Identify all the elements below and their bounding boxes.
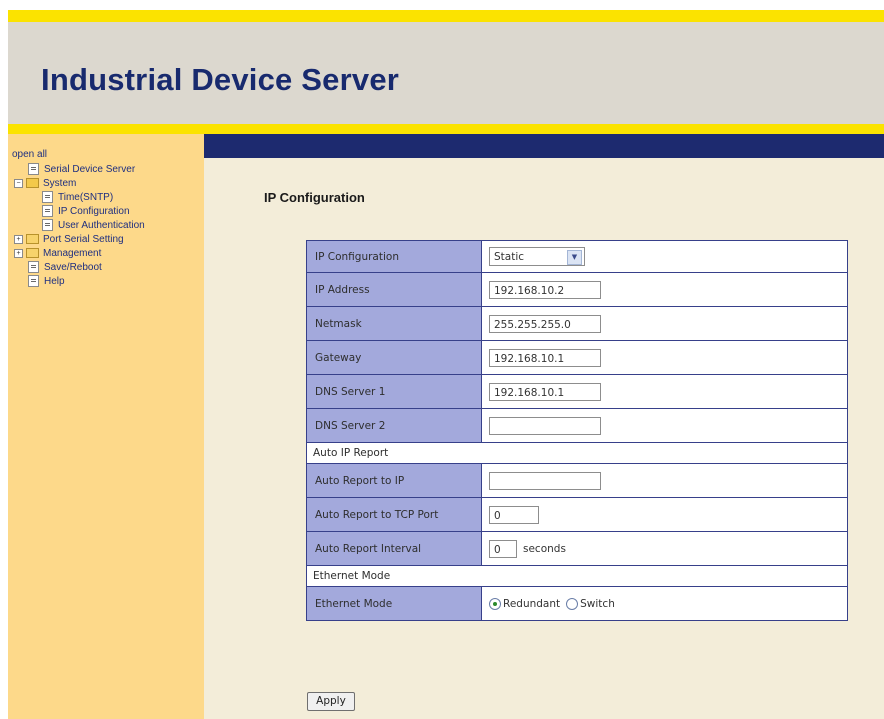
field-label: Auto Report Interval: [306, 531, 482, 566]
expand-icon[interactable]: +: [14, 248, 23, 258]
table-row: DNS Server 2: [306, 408, 848, 443]
table-row: DNS Server 1 192.168.10.1: [306, 374, 848, 409]
header-accent-bar: [8, 124, 884, 134]
redundant-radio-label[interactable]: Redundant: [503, 598, 560, 610]
nav-tree: open all Serial Device Server − System Ti…: [12, 148, 145, 289]
app-title: Industrial Device Server: [41, 62, 400, 97]
section-row: Auto IP Report: [306, 442, 848, 464]
dns-server-1-input[interactable]: 192.168.10.1: [489, 382, 601, 401]
ip-config-table: IP Configuration Static ▼ IP Address 192.…: [306, 240, 848, 621]
sidebar-item-label: Time(SNTP): [58, 192, 114, 203]
expand-icon[interactable]: +: [14, 234, 23, 244]
open-all-link[interactable]: open all: [12, 149, 47, 160]
gateway-input[interactable]: 192.168.10.1: [489, 348, 601, 367]
switch-radio-label[interactable]: Switch: [580, 598, 615, 610]
field-label: Netmask: [306, 306, 482, 341]
field-label: Auto Report to TCP Port: [306, 497, 482, 532]
switch-radio[interactable]: [566, 597, 579, 610]
table-row: Netmask 255.255.255.0: [306, 306, 848, 341]
select-value: Static: [494, 251, 525, 263]
field-label: DNS Server 1: [306, 374, 482, 409]
page-header: Industrial Device Server: [8, 22, 884, 124]
sidebar-item-help[interactable]: Help: [12, 275, 145, 289]
field-label: DNS Server 2: [306, 408, 482, 443]
sidebar: open all Serial Device Server − System Ti…: [8, 134, 204, 719]
sidebar-item-system[interactable]: − System: [12, 177, 145, 191]
table-row: Auto Report to IP: [306, 463, 848, 498]
table-row: Ethernet Mode Redundant Switch: [306, 586, 848, 621]
main-content: IP Configuration IP Configuration Static…: [204, 158, 884, 719]
doc-icon: [28, 275, 39, 288]
sidebar-item-label: Serial Device Server: [44, 164, 136, 175]
ip-config-select[interactable]: Static ▼: [489, 247, 585, 266]
sidebar-item-management[interactable]: + Management: [12, 247, 145, 261]
auto-report-interval-input[interactable]: 0: [489, 539, 517, 558]
netmask-input[interactable]: 255.255.255.0: [489, 314, 601, 333]
sidebar-item-label: Help: [44, 276, 65, 287]
sidebar-item-port-serial-setting[interactable]: + Port Serial Setting: [12, 233, 145, 247]
field-label: IP Configuration: [306, 240, 482, 273]
nav-strip: [204, 134, 884, 158]
redundant-radio[interactable]: [489, 597, 501, 610]
table-row: IP Address 192.168.10.2: [306, 272, 848, 307]
folder-icon: [26, 234, 39, 245]
sidebar-item-label: Save/Reboot: [44, 262, 102, 273]
sidebar-item-save-reboot[interactable]: Save/Reboot: [12, 261, 145, 275]
dns-server-2-input[interactable]: [489, 416, 601, 435]
chevron-down-icon[interactable]: ▼: [567, 250, 582, 265]
sidebar-item-serial-device-server[interactable]: Serial Device Server: [12, 163, 145, 177]
page-title: IP Configuration: [264, 190, 365, 205]
doc-icon: [28, 163, 39, 176]
folder-icon: [26, 248, 39, 259]
field-label: Gateway: [306, 340, 482, 375]
section-heading-ethernet: Ethernet Mode: [306, 565, 848, 587]
sidebar-item-label: Management: [43, 248, 102, 259]
collapse-icon[interactable]: −: [14, 178, 23, 188]
apply-button[interactable]: Apply: [307, 692, 355, 711]
field-label: Auto Report to IP: [306, 463, 482, 498]
auto-report-port-input[interactable]: 0: [489, 505, 539, 524]
table-row: Gateway 192.168.10.1: [306, 340, 848, 375]
folder-open-icon: [26, 178, 39, 189]
interval-unit: seconds: [523, 542, 566, 555]
doc-icon: [42, 191, 53, 204]
table-row: IP Configuration Static ▼: [306, 240, 848, 273]
top-accent-bar: [8, 10, 884, 22]
sidebar-item-label: IP Configuration: [58, 206, 130, 217]
section-heading-auto-ip: Auto IP Report: [306, 442, 848, 464]
sidebar-item-label: System: [43, 178, 77, 189]
ip-address-input[interactable]: 192.168.10.2: [489, 280, 601, 299]
doc-icon: [28, 261, 39, 274]
table-row: Auto Report Interval 0 seconds: [306, 531, 848, 566]
table-row: Auto Report to TCP Port 0: [306, 497, 848, 532]
auto-report-ip-input[interactable]: [489, 471, 601, 490]
doc-icon: [42, 205, 53, 218]
sidebar-item-label: Port Serial Setting: [43, 234, 124, 245]
section-row: Ethernet Mode: [306, 565, 848, 587]
field-label: IP Address: [306, 272, 482, 307]
sidebar-item-time-sntp[interactable]: Time(SNTP): [12, 191, 145, 205]
sidebar-item-label: User Authentication: [58, 220, 145, 231]
doc-icon: [42, 219, 53, 232]
field-label: Ethernet Mode: [306, 586, 482, 621]
sidebar-item-ip-configuration[interactable]: IP Configuration: [12, 205, 145, 219]
sidebar-item-user-authentication[interactable]: User Authentication: [12, 219, 145, 233]
